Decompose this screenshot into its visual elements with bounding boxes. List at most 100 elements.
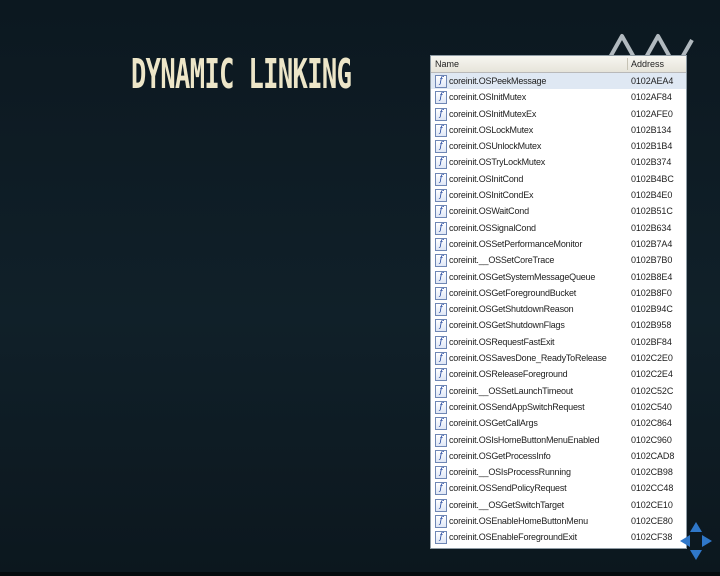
function-name: coreinit.OSInitMutexEx <box>449 108 537 119</box>
function-name: coreinit.OSSetPerformanceMonitor <box>449 238 583 249</box>
function-icon: f <box>435 286 447 300</box>
list-item[interactable]: f coreinit.__OSSetCoreTrace 0102B7B0 <box>431 252 686 268</box>
function-address: 0102CE10 <box>631 499 673 510</box>
function-name: coreinit.OSUnlockMutex <box>449 141 542 152</box>
list-item[interactable]: f coreinit.OSInitMutex 0102AF84 <box>431 89 686 105</box>
function-icon: f <box>435 91 447 105</box>
list-item[interactable]: f coreinit.OSInitMutexEx 0102AFE0 <box>431 106 686 122</box>
list-item[interactable]: f coreinit.OSEnableHomeButtonMenu 0102CE80 <box>431 513 686 529</box>
function-address: 0102C2E0 <box>631 353 673 364</box>
function-icon: f <box>435 531 447 545</box>
function-icon: f <box>435 303 447 317</box>
function-name: coreinit.__OSIsProcessRunning <box>449 467 571 478</box>
function-address: 0102C960 <box>631 434 672 445</box>
function-address: 0102C52C <box>631 385 674 396</box>
list-item[interactable]: f coreinit.OSUnlockMutex 0102B1B4 <box>431 138 686 154</box>
function-name: coreinit.OSGetForegroundBucket <box>449 287 577 298</box>
list-item[interactable]: f coreinit.OSGetSystemMessageQueue 0102B8E… <box>431 269 686 285</box>
list-item[interactable]: f coreinit.OSGetShutdownFlags 0102B958 <box>431 317 686 333</box>
list-item[interactable]: f coreinit.OSSignalCond 0102B634 <box>431 220 686 236</box>
function-name: coreinit.OSSignalCond <box>449 222 536 233</box>
column-separator[interactable] <box>627 58 628 70</box>
list-item[interactable]: f coreinit.OSGetCallArgs 0102C864 <box>431 415 686 431</box>
function-icon: f <box>435 449 447 463</box>
function-icon: f <box>435 270 447 284</box>
slide-title: DYNAMIC LINKING <box>131 50 352 98</box>
function-icon: f <box>435 352 447 366</box>
list-item[interactable]: f coreinit.OSInitCondEx 0102B4E0 <box>431 187 686 203</box>
function-icon: f <box>435 482 447 496</box>
function-icon: f <box>435 107 447 121</box>
list-item[interactable]: f coreinit.OSInitCond 0102B4BC <box>431 171 686 187</box>
function-name: coreinit.OSSendPolicyRequest <box>449 483 567 494</box>
function-name: coreinit.__OSSetCoreTrace <box>449 255 555 266</box>
function-name: coreinit.OSSendAppSwitchRequest <box>449 401 585 412</box>
list-item[interactable]: f coreinit.__OSIsProcessRunning 0102CB98 <box>431 464 686 480</box>
function-name: coreinit.OSGetProcessInfo <box>449 450 551 461</box>
list-item[interactable]: f coreinit.OSIsHomeButtonMenuEnabled 0102C… <box>431 432 686 448</box>
function-name: coreinit.OSInitCondEx <box>449 190 534 201</box>
function-list-panel: Name Address f coreinit.OSPeekMessage 0102… <box>430 55 687 549</box>
function-address: 0102B4E0 <box>631 190 673 201</box>
list-item[interactable]: f coreinit.OSLockMutex 0102B134 <box>431 122 686 138</box>
function-address: 0102B134 <box>631 124 672 135</box>
list-item[interactable]: f coreinit.OSPeekMessage 0102AEA4 <box>431 73 686 90</box>
function-address: 0102B374 <box>631 157 672 168</box>
function-address: 0102B8F0 <box>631 287 672 298</box>
function-list: f coreinit.OSPeekMessage 0102AEA4 f coreinit… <box>431 73 686 546</box>
function-name: coreinit.OSWaitCond <box>449 206 529 217</box>
column-header-address[interactable]: Address <box>631 59 664 69</box>
list-item[interactable]: f coreinit.OSWaitCond 0102B51C <box>431 203 686 219</box>
function-icon: f <box>435 466 447 480</box>
function-name: coreinit.OSLockMutex <box>449 124 534 135</box>
function-name: coreinit.__OSSetLaunchTimeout <box>449 385 573 396</box>
slide-nav-arrows-icon[interactable] <box>678 520 714 562</box>
function-name: coreinit.OSGetShutdownReason <box>449 304 574 315</box>
function-address: 0102BF84 <box>631 336 672 347</box>
function-icon: f <box>435 205 447 219</box>
list-item[interactable]: f coreinit.OSRequestFastExit 0102BF84 <box>431 334 686 350</box>
list-item[interactable]: f coreinit.OSGetProcessInfo 0102CAD8 <box>431 448 686 464</box>
function-icon: f <box>435 254 447 268</box>
function-name: coreinit.OSEnableForegroundExit <box>449 532 577 543</box>
function-address: 0102B7B0 <box>631 255 673 266</box>
function-icon: f <box>435 75 447 88</box>
function-icon: f <box>435 498 447 512</box>
function-name: coreinit.OSEnableHomeButtonMenu <box>449 516 588 527</box>
function-address: 0102B51C <box>631 206 673 217</box>
function-address: 0102CE80 <box>631 516 673 527</box>
function-icon: f <box>435 172 447 186</box>
list-item[interactable]: f coreinit.OSReleaseForeground 0102C2E4 <box>431 366 686 382</box>
function-address: 0102B94C <box>631 304 673 315</box>
list-item[interactable]: f coreinit.__OSSetLaunchTimeout 0102C52C <box>431 383 686 399</box>
list-item[interactable]: f coreinit.OSTryLockMutex 0102B374 <box>431 154 686 170</box>
function-icon: f <box>435 189 447 203</box>
function-address: 0102CB98 <box>631 467 673 478</box>
function-name: coreinit.OSGetCallArgs <box>449 418 538 429</box>
function-address: 0102B1B4 <box>631 141 673 152</box>
function-icon: f <box>435 433 447 447</box>
function-address: 0102AF84 <box>631 92 672 103</box>
function-icon: f <box>435 515 447 529</box>
list-item[interactable]: f coreinit.OSSendPolicyRequest 0102CC48 <box>431 480 686 496</box>
list-item[interactable]: f coreinit.OSGetShutdownReason 0102B94C <box>431 301 686 317</box>
function-name: coreinit.OSRequestFastExit <box>449 336 555 347</box>
function-address: 0102B634 <box>631 222 672 233</box>
function-name: coreinit.OSInitMutex <box>449 92 527 103</box>
function-address: 0102CF38 <box>631 532 673 543</box>
list-item[interactable]: f coreinit.OSSendAppSwitchRequest 0102C540 <box>431 399 686 415</box>
function-name: coreinit.OSPeekMessage <box>449 76 547 86</box>
column-header-name[interactable]: Name <box>435 59 459 69</box>
list-item[interactable]: f coreinit.OSEnableForegroundExit 0102CF38 <box>431 529 686 545</box>
list-item[interactable]: f coreinit.OSGetForegroundBucket 0102B8F0 <box>431 285 686 301</box>
function-icon: f <box>435 221 447 235</box>
list-item[interactable]: f coreinit.OSSavesDone_ReadyToRelease 0102… <box>431 350 686 366</box>
function-name: coreinit.OSIsHomeButtonMenuEnabled <box>449 434 600 445</box>
function-name: coreinit.OSGetSystemMessageQueue <box>449 271 596 282</box>
function-name: coreinit.OSReleaseForeground <box>449 369 568 380</box>
function-address: 0102B4BC <box>631 173 674 184</box>
function-icon: f <box>435 156 447 170</box>
list-item[interactable]: f coreinit.__OSGetSwitchTarget 0102CE10 <box>431 497 686 513</box>
list-item[interactable]: f coreinit.OSSetPerformanceMonitor 0102B7A… <box>431 236 686 252</box>
function-name: coreinit.OSSavesDone_ReadyToRelease <box>449 353 607 364</box>
